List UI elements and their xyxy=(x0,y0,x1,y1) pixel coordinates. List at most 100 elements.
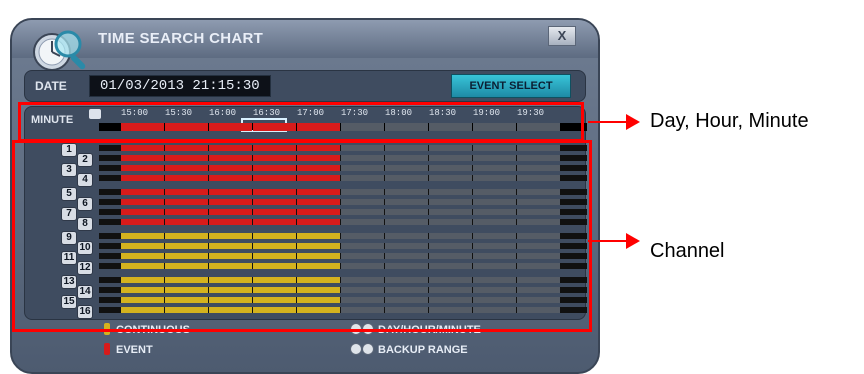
channel-cell[interactable] xyxy=(517,175,560,181)
channel-cell[interactable] xyxy=(209,297,252,303)
channel-cell[interactable] xyxy=(473,253,516,259)
channel-cell[interactable] xyxy=(165,189,208,195)
channel-cell[interactable] xyxy=(209,175,252,181)
channel-badge[interactable]: 16 xyxy=(77,305,93,319)
channel-cell[interactable] xyxy=(121,277,164,283)
channel-badge[interactable]: 4 xyxy=(77,173,93,187)
channel-cell[interactable] xyxy=(165,233,208,239)
channel-cell[interactable] xyxy=(297,165,340,171)
channel-cell[interactable] xyxy=(209,233,252,239)
channel-cell[interactable] xyxy=(429,145,472,151)
channel-cell[interactable] xyxy=(209,253,252,259)
channel-cell[interactable] xyxy=(385,297,428,303)
channel-cell[interactable] xyxy=(517,253,560,259)
channel-cell[interactable] xyxy=(165,297,208,303)
channel-cell[interactable] xyxy=(341,307,384,313)
channel-cell[interactable] xyxy=(121,233,164,239)
channel-cell[interactable] xyxy=(429,297,472,303)
channel-badge[interactable]: 14 xyxy=(77,285,93,299)
channel-cell[interactable] xyxy=(517,145,560,151)
channel-row[interactable] xyxy=(99,243,587,249)
minute-timeline[interactable] xyxy=(99,118,587,132)
channel-cell[interactable] xyxy=(253,209,296,215)
channel-cell[interactable] xyxy=(429,155,472,161)
channel-cell[interactable] xyxy=(253,243,296,249)
channel-cell[interactable] xyxy=(165,263,208,269)
channel-row[interactable] xyxy=(99,189,587,195)
channel-cell[interactable] xyxy=(121,155,164,161)
channel-cell[interactable] xyxy=(473,307,516,313)
channel-cell[interactable] xyxy=(341,199,384,205)
channel-cell[interactable] xyxy=(517,209,560,215)
event-select-button[interactable]: EVENT SELECT xyxy=(451,74,571,98)
channel-cell[interactable] xyxy=(517,155,560,161)
channel-cell[interactable] xyxy=(473,189,516,195)
channel-cell[interactable] xyxy=(253,199,296,205)
channel-cell[interactable] xyxy=(517,297,560,303)
minute-segment[interactable] xyxy=(341,123,384,131)
channel-cell[interactable] xyxy=(517,287,560,293)
channel-cell[interactable] xyxy=(385,189,428,195)
channel-row[interactable] xyxy=(99,155,587,161)
channel-cell[interactable] xyxy=(341,287,384,293)
channel-badge[interactable]: 6 xyxy=(77,197,93,211)
channel-cell[interactable] xyxy=(297,263,340,269)
channel-cell[interactable] xyxy=(165,199,208,205)
channel-cell[interactable] xyxy=(165,155,208,161)
channel-cell[interactable] xyxy=(165,209,208,215)
channel-row[interactable] xyxy=(99,277,587,283)
channel-badge[interactable]: 1 xyxy=(61,143,77,157)
channel-cell[interactable] xyxy=(341,277,384,283)
channel-cell[interactable] xyxy=(297,253,340,259)
channel-cell[interactable] xyxy=(473,209,516,215)
channel-badge[interactable]: 2 xyxy=(77,153,93,167)
minute-segment[interactable] xyxy=(473,123,516,131)
channel-cell[interactable] xyxy=(341,175,384,181)
channel-cell[interactable] xyxy=(517,277,560,283)
channel-cell[interactable] xyxy=(209,287,252,293)
channel-cell[interactable] xyxy=(253,277,296,283)
channel-cell[interactable] xyxy=(297,209,340,215)
channel-cell[interactable] xyxy=(253,155,296,161)
channel-cell[interactable] xyxy=(429,307,472,313)
channel-cell[interactable] xyxy=(253,175,296,181)
channel-cell[interactable] xyxy=(165,277,208,283)
channel-cell[interactable] xyxy=(297,277,340,283)
channel-cell[interactable] xyxy=(385,253,428,259)
channel-cell[interactable] xyxy=(385,233,428,239)
channel-cell[interactable] xyxy=(517,189,560,195)
minute-segment[interactable] xyxy=(385,123,428,131)
channel-cell[interactable] xyxy=(385,219,428,225)
date-field[interactable]: 01/03/2013 21:15:30 xyxy=(89,75,271,97)
channel-cell[interactable] xyxy=(385,287,428,293)
channel-cell[interactable] xyxy=(429,209,472,215)
channel-cell[interactable] xyxy=(121,253,164,259)
channel-cell[interactable] xyxy=(385,209,428,215)
channel-row[interactable] xyxy=(99,297,587,303)
channel-cell[interactable] xyxy=(429,165,472,171)
channel-cell[interactable] xyxy=(165,253,208,259)
channel-cell[interactable] xyxy=(341,219,384,225)
channel-row[interactable] xyxy=(99,219,587,225)
channel-cell[interactable] xyxy=(253,287,296,293)
channel-badge[interactable]: 3 xyxy=(61,163,77,177)
minute-segment[interactable] xyxy=(253,123,296,131)
channel-cell[interactable] xyxy=(165,175,208,181)
channel-cell[interactable] xyxy=(209,165,252,171)
channel-cell[interactable] xyxy=(473,155,516,161)
channel-cell[interactable] xyxy=(121,243,164,249)
channel-cell[interactable] xyxy=(253,263,296,269)
channel-cell[interactable] xyxy=(473,287,516,293)
channel-cell[interactable] xyxy=(121,297,164,303)
channel-cell[interactable] xyxy=(253,307,296,313)
channel-cell[interactable] xyxy=(517,307,560,313)
channel-badge[interactable]: 9 xyxy=(61,231,77,245)
channel-cell[interactable] xyxy=(341,165,384,171)
channel-cell[interactable] xyxy=(473,233,516,239)
channel-cell[interactable] xyxy=(473,297,516,303)
minute-segment[interactable] xyxy=(429,123,472,131)
channel-cell[interactable] xyxy=(121,219,164,225)
channel-cell[interactable] xyxy=(297,189,340,195)
channel-cell[interactable] xyxy=(517,243,560,249)
channel-cell[interactable] xyxy=(165,307,208,313)
